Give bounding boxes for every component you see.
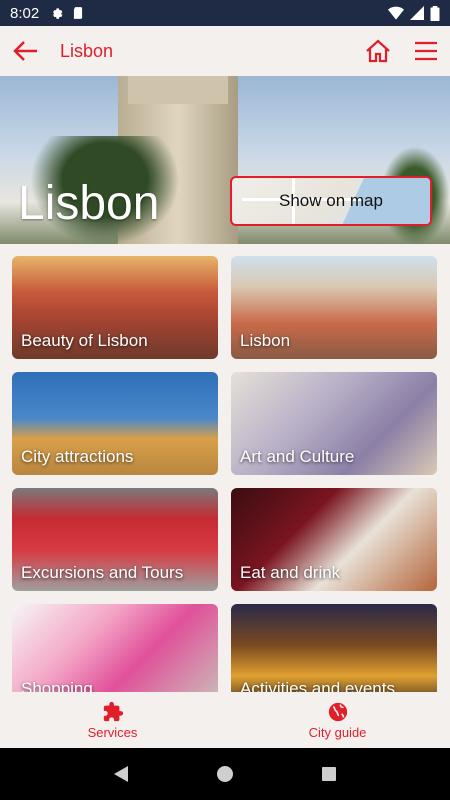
- category-tile-lisbon[interactable]: Lisbon: [231, 256, 437, 359]
- show-on-map-button[interactable]: Show on map: [230, 176, 432, 226]
- back-button[interactable]: [0, 26, 50, 76]
- sd-card-icon: [74, 7, 83, 19]
- back-triangle-icon[interactable]: [113, 765, 129, 783]
- battery-icon: [430, 5, 440, 21]
- category-tile-shopping[interactable]: Shopping: [12, 604, 218, 692]
- app-bar: Lisbon: [0, 26, 450, 76]
- category-tile-excursions-and-tours[interactable]: Excursions and Tours: [12, 488, 218, 591]
- page-title: Lisbon: [60, 40, 114, 61]
- tile-label: Art and Culture: [240, 447, 355, 466]
- category-tile-art-and-culture[interactable]: Art and Culture: [231, 372, 437, 475]
- tile-label: City attractions: [21, 447, 134, 466]
- category-tile-city-attractions[interactable]: City attractions: [12, 372, 218, 475]
- tile-label: Eat and drink: [240, 563, 341, 582]
- category-tile-activities-and-events[interactable]: Activities and events: [231, 604, 437, 692]
- settings-icon: [53, 8, 63, 19]
- hamburger-menu-icon: [415, 41, 437, 61]
- tile-label: Lisbon: [240, 331, 291, 350]
- hero-title: Lisbon: [18, 177, 160, 230]
- category-tile-beauty-of-lisbon[interactable]: Beauty of Lisbon: [12, 256, 218, 359]
- nav-services-label: Services: [87, 724, 138, 740]
- nav-city-guide-label: City guide: [308, 724, 367, 740]
- puzzle-icon: [103, 701, 123, 721]
- arrow-left-icon: [13, 41, 37, 61]
- show-on-map-label: Show on map: [279, 191, 383, 210]
- system-navigation-bar: [0, 748, 450, 800]
- nav-services[interactable]: Services: [0, 692, 225, 748]
- recents-square-icon[interactable]: [321, 766, 337, 782]
- nav-city-guide[interactable]: City guide: [225, 692, 450, 748]
- home-button[interactable]: [354, 26, 402, 76]
- status-bar: 8:02: [0, 0, 450, 26]
- wifi-icon: [388, 6, 404, 20]
- tile-label: Shopping: [21, 679, 93, 692]
- signal-icon: [410, 6, 424, 20]
- menu-button[interactable]: [402, 26, 450, 76]
- home-icon: [366, 39, 390, 63]
- globe-icon: [328, 702, 347, 721]
- tile-label: Excursions and Tours: [21, 563, 184, 582]
- tile-label: Beauty of Lisbon: [21, 331, 148, 350]
- home-circle-icon[interactable]: [216, 765, 234, 783]
- status-time: 8:02: [10, 4, 40, 22]
- bottom-navigation: Services City guide: [0, 692, 450, 748]
- category-tile-eat-and-drink[interactable]: Eat and drink: [231, 488, 437, 591]
- tile-label: Activities and events: [240, 679, 395, 692]
- category-grid: Beauty of Lisbon Lisbon City attractions…: [12, 256, 438, 692]
